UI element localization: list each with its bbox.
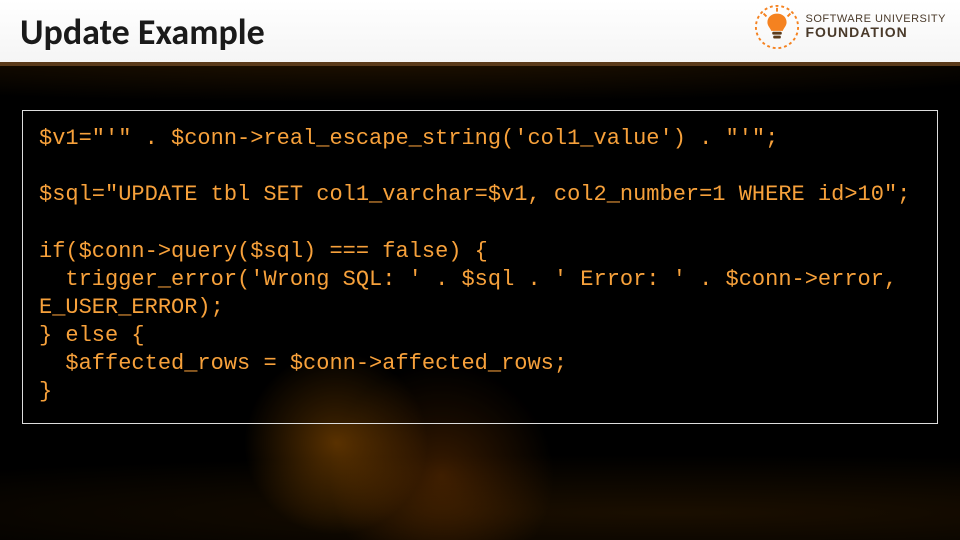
logo-text: SOFTWARE UNIVERSITY FOUNDATION xyxy=(806,14,947,40)
page-title: Update Example xyxy=(20,10,265,54)
lightbulb-icon xyxy=(754,4,800,50)
logo: SOFTWARE UNIVERSITY FOUNDATION xyxy=(754,4,947,50)
code-snippet: $v1="'" . $conn->real_escape_string('col… xyxy=(39,125,921,407)
code-box: $v1="'" . $conn->real_escape_string('col… xyxy=(22,110,938,424)
logo-line2: FOUNDATION xyxy=(806,25,947,40)
title-underline xyxy=(0,62,960,66)
